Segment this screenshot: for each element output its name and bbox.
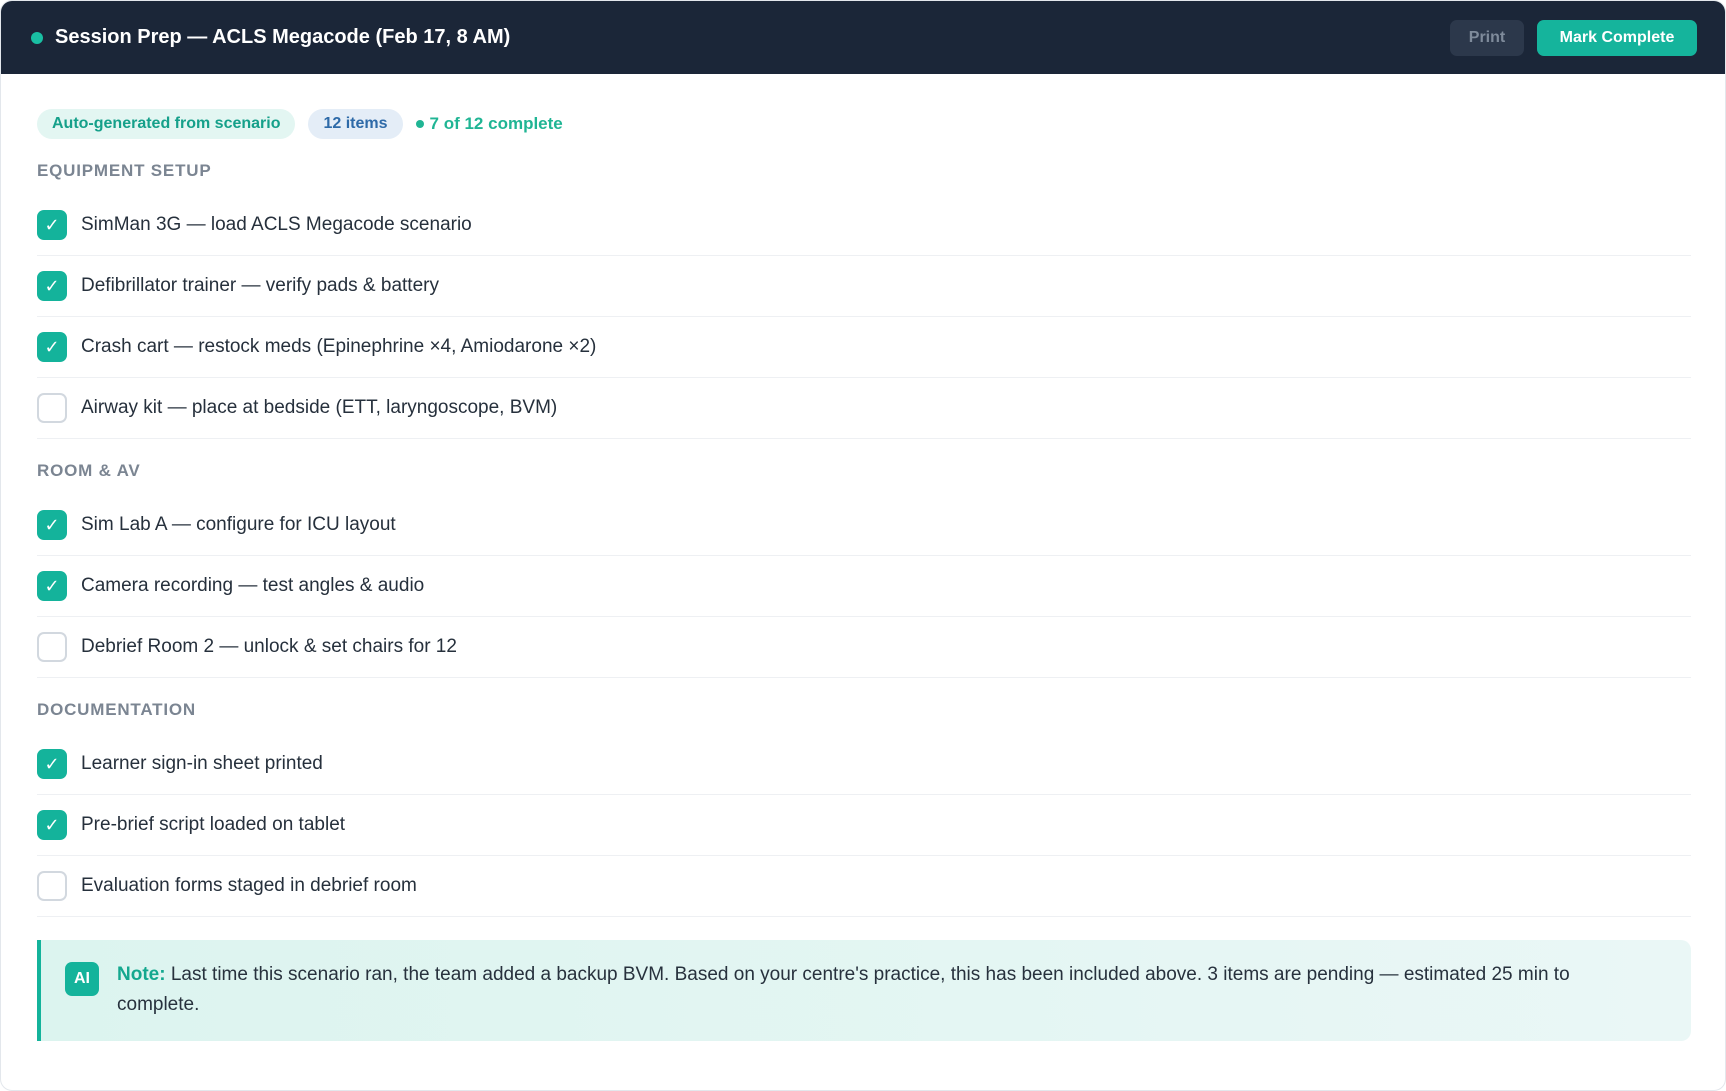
checkbox-checked[interactable]: ✓ [37, 210, 67, 240]
checklist-item-label: Camera recording — test angles & audio [81, 575, 425, 596]
checklist-item[interactable]: ✓ Learner sign-in sheet printed [37, 734, 1691, 795]
checklist-item[interactable]: Evaluation forms staged in debrief room [37, 856, 1691, 917]
checkmark-icon: ✓ [44, 214, 60, 236]
panel-header: Session Prep — ACLS Megacode (Feb 17, 8 … [1, 1, 1725, 74]
status-dot-icon [31, 31, 43, 44]
meta-row: Auto-generated from scenario 12 items 7 … [37, 109, 1689, 139]
checklist-sections: EQUIPMENT SETUP ✓ SimMan 3G — load ACLS Me… [37, 159, 1691, 917]
note-body: Last time this scenario ran, the team ad… [117, 964, 1570, 1015]
checkbox-checked[interactable]: ✓ [37, 510, 67, 540]
checklist-item-label: Airway kit — place at bedside (ETT, lary… [81, 397, 558, 418]
checkbox-unchecked[interactable] [37, 871, 67, 901]
checkmark-icon: ✓ [44, 575, 60, 597]
section-heading: EQUIPMENT SETUP [37, 161, 212, 180]
checkmark-icon: ✓ [44, 814, 60, 836]
session-prep-panel: Session Prep — ACLS Megacode (Feb 17, 8 … [0, 0, 1726, 1091]
checklist-item-label: Crash cart — restock meds (Epinephrine ×… [81, 336, 597, 357]
checkbox-checked[interactable]: ✓ [37, 810, 67, 840]
checkbox-checked[interactable]: ✓ [37, 749, 67, 779]
checklist-content: Auto-generated from scenario 12 items 7 … [1, 109, 1725, 1041]
source-chip: Auto-generated from scenario [37, 109, 296, 139]
print-button[interactable]: Print [1450, 19, 1524, 56]
ai-badge-icon: AI [65, 962, 99, 996]
note-label: Note: [117, 964, 166, 985]
checklist-item[interactable]: ✓ Sim Lab A — configure for ICU layout [37, 495, 1691, 556]
checkmark-icon: ✓ [44, 514, 60, 536]
checklist-item-label: Evaluation forms staged in debrief room [81, 875, 417, 896]
checklist-item[interactable]: ✓ Defibrillator trainer — verify pads & b… [37, 256, 1691, 317]
section-heading: DOCUMENTATION [37, 700, 196, 719]
checklist-item-label: Defibrillator trainer — verify pads & ba… [81, 275, 439, 296]
checklist-item[interactable]: ✓ Camera recording — test angles & audio [37, 556, 1691, 617]
checklist-item-label: Pre-brief script loaded on tablet [81, 814, 346, 835]
checklist-item[interactable]: Airway kit — place at bedside (ETT, lary… [37, 378, 1691, 439]
checklist-item-label: Learner sign-in sheet printed [81, 753, 323, 774]
checklist-item-label: SimMan 3G — load ACLS Megacode scenario [81, 214, 472, 235]
checkmark-icon: ✓ [44, 275, 60, 297]
checklist-item-label: Debrief Room 2 — unlock & set chairs for… [81, 636, 457, 657]
checklist-item-label: Sim Lab A — configure for ICU layout [81, 514, 396, 535]
checklist-item[interactable]: ✓ Pre-brief script loaded on tablet [37, 795, 1691, 856]
item-count-chip: 12 items [308, 109, 403, 139]
header-actions: Print Mark Complete [1450, 19, 1697, 56]
checklist-item[interactable]: ✓ SimMan 3G — load ACLS Megacode scenario [37, 195, 1691, 256]
note-text: Note: Last time this scenario ran, the t… [117, 960, 1651, 1020]
page-title: Session Prep — ACLS Megacode (Feb 17, 8 … [55, 26, 511, 48]
checkmark-icon: ✓ [44, 753, 60, 775]
header-title-group: Session Prep — ACLS Megacode (Feb 17, 8 … [31, 26, 510, 49]
checkbox-unchecked[interactable] [37, 632, 67, 662]
checklist-group: ✓ Learner sign-in sheet printed ✓ Pre-brief… [37, 734, 1691, 917]
checkbox-checked[interactable]: ✓ [37, 332, 67, 362]
checklist-group: ✓ SimMan 3G — load ACLS Megacode scenario… [37, 195, 1691, 439]
checkbox-unchecked[interactable] [37, 393, 67, 423]
checkbox-checked[interactable]: ✓ [37, 571, 67, 601]
progress-dot-icon [415, 120, 424, 128]
checkmark-icon: ✓ [44, 336, 60, 358]
checklist-group: ✓ Sim Lab A — configure for ICU layout ✓ Ca… [37, 495, 1691, 678]
checklist-item[interactable]: Debrief Room 2 — unlock & set chairs for… [37, 617, 1691, 678]
ai-note: AI Note: Last time this scenario ran, th… [37, 940, 1691, 1041]
progress-indicator: 7 of 12 complete [415, 114, 563, 134]
progress-text: 7 of 12 complete [429, 114, 563, 133]
checklist-item[interactable]: ✓ Crash cart — restock meds (Epinephrine … [37, 317, 1691, 378]
checkbox-checked[interactable]: ✓ [37, 271, 67, 301]
section-heading: ROOM & AV [37, 461, 141, 480]
mark-complete-button[interactable]: Mark Complete [1537, 19, 1697, 56]
